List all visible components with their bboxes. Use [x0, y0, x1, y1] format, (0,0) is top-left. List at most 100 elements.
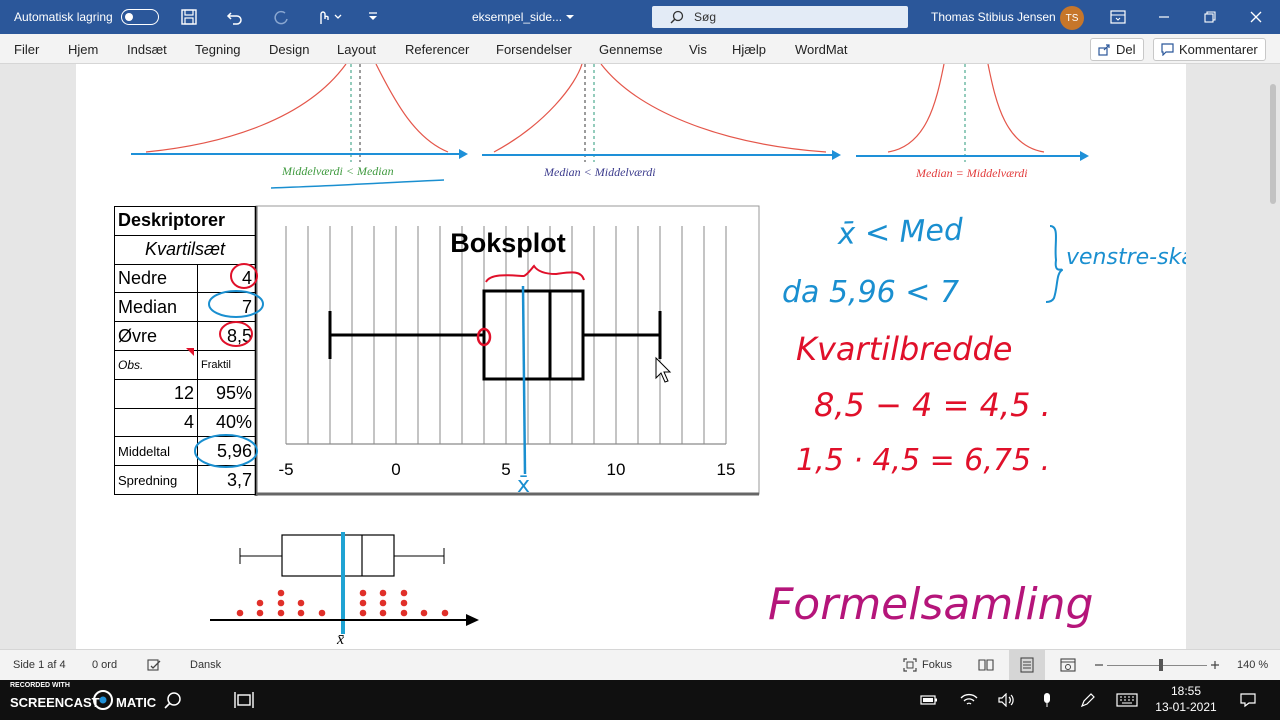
- arrow-head-right: [1080, 151, 1089, 161]
- taskbar-search-icon[interactable]: [164, 680, 182, 720]
- zoom-out-icon[interactable]: [1094, 650, 1104, 680]
- vertical-scrollbar[interactable]: [1266, 64, 1280, 649]
- share-button[interactable]: Del: [1090, 38, 1144, 61]
- microphone-icon[interactable]: [1042, 680, 1052, 720]
- wifi-icon[interactable]: [960, 680, 978, 720]
- pen-icon[interactable]: [1080, 680, 1096, 720]
- share-label: Del: [1116, 42, 1136, 57]
- language-label[interactable]: Dansk: [190, 650, 221, 680]
- arrow-head-left: [459, 149, 468, 159]
- row-value-ovre[interactable]: 8,5: [197, 321, 256, 351]
- mean-value[interactable]: 5,96: [197, 436, 256, 467]
- hw-factor-calc: 1,5 · 4,5 = 6,75 .: [796, 443, 1050, 478]
- document-page[interactable]: Middelværdi < Median Median < Middelværd…: [76, 64, 1186, 649]
- zoom-slider-track[interactable]: [1107, 665, 1207, 666]
- notifications-icon[interactable]: [1240, 680, 1256, 720]
- autosave-toggle[interactable]: [121, 0, 159, 34]
- screencast-brand-right: MATIC: [116, 694, 157, 710]
- symmetric-curve: [887, 64, 1045, 153]
- tab-layout[interactable]: Layout: [337, 34, 376, 64]
- right-skew-curve: [493, 64, 827, 153]
- tab-filer[interactable]: Filer: [14, 34, 39, 64]
- x-tick-label: 0: [391, 460, 400, 479]
- tab-indsaet[interactable]: Indsæt: [127, 34, 167, 64]
- row-value-nedre[interactable]: 4: [197, 263, 256, 294]
- table-row: Øvre 8,5: [114, 321, 256, 351]
- boxplot-title: Boksplot: [450, 228, 566, 258]
- row-value-median[interactable]: 7: [197, 292, 256, 323]
- volume-icon[interactable]: [998, 680, 1016, 720]
- obs-label: Obs.: [114, 349, 198, 380]
- clock-date: 13-01-2021: [1155, 700, 1217, 714]
- zoom-in-icon[interactable]: [1210, 650, 1220, 680]
- autosave-label: Automatisk lagring: [14, 10, 113, 24]
- read-mode-icon[interactable]: [978, 650, 994, 680]
- fraktil-obs-2[interactable]: 4: [114, 407, 198, 438]
- task-view-icon[interactable]: [234, 680, 254, 720]
- left-skew-curve: [145, 64, 449, 153]
- battery-icon[interactable]: [920, 680, 938, 720]
- small-xbar-label: x̄: [336, 631, 344, 648]
- small-boxplot: x̄: [210, 532, 479, 648]
- taskbar-clock[interactable]: 18:55 13-01-2021: [1150, 683, 1222, 715]
- table-row: Spredning 3,7: [114, 465, 256, 495]
- scrollbar-thumb[interactable]: [1270, 84, 1276, 204]
- print-layout-icon[interactable]: [1009, 650, 1045, 680]
- search-placeholder: Søg: [694, 10, 717, 24]
- fraktil-label: Fraktil: [197, 349, 256, 380]
- customize-qat-icon[interactable]: [366, 0, 380, 34]
- proofing-icon[interactable]: [147, 650, 161, 680]
- keyboard-icon[interactable]: [1116, 680, 1138, 720]
- touch-mode-icon[interactable]: [316, 0, 342, 34]
- tab-gennemse[interactable]: Gennemse: [599, 34, 663, 64]
- save-icon[interactable]: [180, 0, 198, 34]
- spread-value[interactable]: 3,7: [197, 465, 256, 495]
- tab-hjaelp[interactable]: Hjælp: [732, 34, 766, 64]
- tab-hjem[interactable]: Hjem: [68, 34, 98, 64]
- undo-icon[interactable]: [226, 0, 244, 34]
- tab-design[interactable]: Design: [269, 34, 309, 64]
- redo-icon[interactable]: [272, 0, 290, 34]
- title-chevron-down-icon[interactable]: [565, 0, 575, 34]
- hw-venstreskaev: venstre-skæv: [1066, 245, 1186, 270]
- table-row: Middeltal 5,96: [114, 436, 256, 467]
- fraktil-pct-2[interactable]: 40%: [197, 407, 256, 438]
- x-tick-label: 15: [717, 460, 736, 479]
- arrow-head-middle: [832, 150, 841, 160]
- document-title: eksempel_side...: [472, 10, 563, 24]
- close-icon[interactable]: [1250, 0, 1262, 34]
- minimize-icon[interactable]: [1158, 0, 1170, 34]
- tab-tegning[interactable]: Tegning: [195, 34, 241, 64]
- page-count[interactable]: Side 1 af 4: [13, 650, 66, 680]
- user-name[interactable]: Thomas Stibius Jensen: [931, 0, 1056, 34]
- table-subheader: Kvartilsæt: [114, 234, 256, 265]
- restore-icon[interactable]: [1204, 0, 1216, 34]
- avatar[interactable]: TS: [1060, 6, 1084, 30]
- caption-left: Middelværdi < Median: [281, 164, 394, 178]
- focus-label: Fokus: [922, 659, 952, 671]
- word-count[interactable]: 0 ord: [92, 650, 117, 680]
- descriptor-table[interactable]: Deskriptorer Kvartilsæt Nedre 4 Median 7…: [114, 206, 256, 495]
- zoom-slider-thumb[interactable]: [1159, 659, 1163, 671]
- tab-wordmat[interactable]: WordMat: [795, 34, 848, 64]
- comments-button[interactable]: Kommentarer: [1153, 38, 1266, 61]
- table-row: 4 40%: [114, 407, 256, 438]
- document-area[interactable]: Middelværdi < Median Median < Middelværd…: [0, 64, 1280, 649]
- tab-forsendelser[interactable]: Forsendelser: [496, 34, 572, 64]
- focus-button[interactable]: Fokus: [903, 650, 952, 680]
- caption-underline: [270, 179, 445, 189]
- tab-referencer[interactable]: Referencer: [405, 34, 469, 64]
- ribbon-display-icon[interactable]: [1110, 0, 1126, 34]
- tab-vis[interactable]: Vis: [689, 34, 707, 64]
- search-input[interactable]: Søg: [652, 6, 908, 28]
- caption-middle: Median < Middelværdi: [543, 165, 656, 179]
- fraktil-obs-1[interactable]: 12: [114, 378, 198, 409]
- table-row: 12 95%: [114, 378, 256, 409]
- mean-label: Middeltal: [114, 436, 198, 467]
- hw-mean-vs-median: x̄ < Med: [836, 213, 964, 252]
- comments-label: Kommentarer: [1179, 42, 1258, 57]
- x-tick-label: 5: [501, 460, 510, 479]
- fraktil-pct-1[interactable]: 95%: [197, 378, 256, 409]
- zoom-level[interactable]: 140 %: [1237, 650, 1268, 680]
- web-layout-icon[interactable]: [1060, 650, 1076, 680]
